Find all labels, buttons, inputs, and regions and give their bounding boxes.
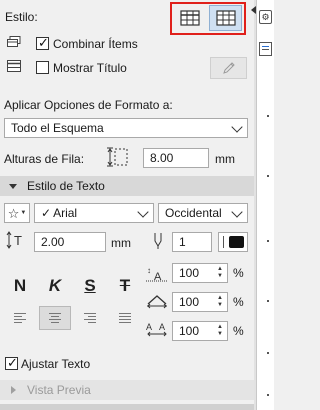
underline-label: S	[84, 276, 96, 295]
font-value: Arial	[53, 206, 78, 220]
character-spacing-icon: A A	[145, 320, 169, 341]
pen-icon	[152, 232, 164, 253]
show-title-checkbox[interactable]	[36, 61, 49, 74]
bold-button[interactable]: N	[4, 274, 36, 298]
underline-button[interactable]: S	[74, 274, 106, 298]
align-left-button[interactable]	[4, 306, 36, 330]
favorites-button[interactable]: ☆ ▼	[4, 203, 30, 223]
spacing-value: 100	[179, 295, 200, 309]
pen-color-swatch	[229, 236, 244, 248]
align-justify-button[interactable]	[109, 306, 141, 330]
spacing-percent: %	[233, 295, 244, 309]
apply-format-label: Aplicar Opciones de Formato a:	[4, 98, 173, 112]
combine-items-label: Combinar Ítems	[53, 37, 138, 51]
pen-number-value: 1	[179, 235, 186, 249]
character-spacing-value: 100	[179, 324, 200, 338]
text-size-input[interactable]: 2.00	[34, 232, 106, 252]
style-table-button-2[interactable]	[209, 5, 242, 31]
scroll-dot	[267, 175, 269, 177]
wrap-text-checkbox[interactable]: ✓	[5, 355, 18, 370]
spacing-spinner[interactable]: ▲ ▼	[213, 293, 227, 311]
align-center-icon	[49, 313, 61, 323]
pen-color-button[interactable]	[218, 232, 248, 252]
font-select[interactable]: ✓ Arial	[34, 203, 154, 223]
chevron-down-icon	[231, 206, 243, 218]
show-title-label: Mostrar Título	[53, 61, 127, 75]
character-spacing-spinner[interactable]: ▲ ▼	[213, 322, 227, 340]
svg-text:T: T	[14, 233, 22, 248]
apply-format-select[interactable]: Todo el Esquema	[4, 118, 248, 138]
text-size-unit: mm	[111, 236, 131, 250]
row-height-unit: mm	[215, 152, 235, 166]
table-grid-icon	[215, 10, 236, 26]
strikethrough-button[interactable]: T	[109, 274, 141, 298]
preview-title: Vista Previa	[27, 383, 91, 397]
character-spacing-percent: %	[233, 324, 244, 338]
scroll-dot	[267, 394, 269, 396]
bottom-edge	[0, 404, 254, 410]
width-factor-input[interactable]: 100 ▲ ▼	[172, 263, 228, 283]
svg-text:A: A	[154, 271, 162, 282]
script-select[interactable]: Occidental	[158, 203, 248, 223]
apply-format-value: Todo el Esquema	[11, 121, 104, 135]
align-right-button[interactable]	[74, 306, 106, 330]
scroll-dot	[267, 115, 269, 117]
swatch-divider	[223, 236, 224, 248]
pen-number-input[interactable]: 1	[172, 232, 212, 252]
dropdown-arrow-icon: ▼	[20, 210, 27, 216]
strikethrough-label: T	[119, 276, 131, 295]
row-height-label: Alturas de Fila:	[4, 152, 85, 166]
italic-button[interactable]: K	[39, 274, 71, 298]
style-label: Estilo:	[5, 10, 38, 24]
width-factor-value: 100	[179, 266, 200, 280]
script-value: Occidental	[165, 206, 222, 220]
chevron-down-icon	[231, 121, 243, 133]
width-factor-percent: %	[233, 266, 244, 280]
pencil-icon	[222, 62, 235, 74]
align-justify-icon	[119, 313, 131, 323]
align-right-icon	[84, 313, 96, 323]
width-factor-spinner[interactable]: ▲ ▼	[213, 264, 227, 282]
table-title-icon	[7, 60, 21, 75]
settings-panel: Estilo: ✓ Combinar Ítems Mostrar Título …	[0, 0, 254, 410]
text-style-section-header[interactable]: Estilo de Texto	[0, 176, 254, 196]
svg-text:A: A	[159, 322, 165, 332]
row-height-value: 8.00	[150, 151, 174, 165]
checkmark-icon: ✓	[41, 206, 52, 220]
text-size-icon: T	[4, 231, 28, 252]
bold-label: N	[13, 276, 27, 295]
gear-icon[interactable]: ⚙	[259, 10, 272, 24]
star-icon: ☆	[7, 205, 20, 221]
align-left-icon	[14, 313, 26, 323]
wrap-text-label: Ajustar Texto	[21, 357, 91, 371]
row-height-icon	[104, 147, 130, 170]
svg-text:A: A	[146, 322, 152, 332]
spacing-icon	[145, 292, 169, 313]
scroll-dot	[267, 300, 269, 302]
text-style-title: Estilo de Texto	[27, 179, 105, 193]
svg-text:↕: ↕	[147, 266, 151, 275]
spacing-input[interactable]: 100 ▲ ▼	[172, 292, 228, 312]
document-icon[interactable]	[259, 42, 272, 56]
chevron-down-icon	[137, 206, 149, 218]
scroll-dot	[267, 352, 269, 354]
edit-title-button[interactable]	[210, 57, 247, 79]
character-spacing-input[interactable]: 100 ▲ ▼	[172, 321, 228, 341]
italic-label: K	[48, 276, 62, 295]
side-toolbar: ⚙	[256, 0, 274, 410]
table-grid-icon	[179, 10, 200, 26]
collapse-triangle-icon	[9, 184, 17, 189]
combine-items-checkbox[interactable]: ✓	[36, 35, 49, 50]
row-height-input[interactable]: 8.00	[143, 148, 209, 168]
text-size-value: 2.00	[41, 235, 65, 249]
expand-triangle-icon	[11, 386, 16, 394]
combine-items-icon	[7, 36, 21, 51]
scroll-dot	[267, 240, 269, 242]
style-table-button-1[interactable]	[173, 5, 206, 31]
align-center-button[interactable]	[39, 306, 71, 330]
preview-section-header[interactable]: Vista Previa	[0, 380, 254, 400]
width-factor-icon: ↕ A	[145, 264, 169, 285]
